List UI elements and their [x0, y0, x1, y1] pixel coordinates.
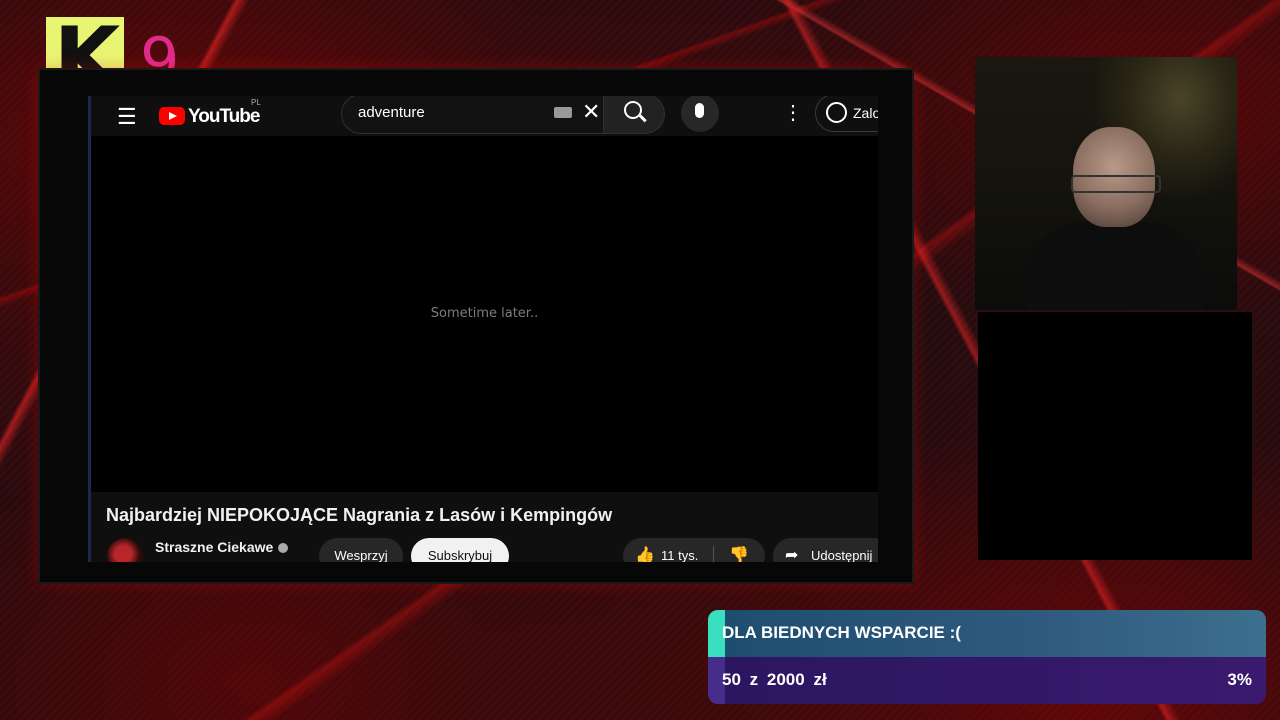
thumb-up-icon[interactable]: 👍 — [635, 538, 655, 562]
subscribe-button[interactable]: Subskrybuj — [411, 538, 509, 562]
region-badge: PL — [251, 98, 261, 107]
keyboard-icon[interactable] — [554, 107, 572, 118]
channel-avatar[interactable] — [107, 538, 143, 562]
hamburger-icon[interactable]: ☰ — [117, 104, 137, 130]
search-button[interactable] — [603, 96, 665, 134]
video-title: Najbardziej NIEPOKOJĄCE Nagrania z Lasów… — [106, 505, 613, 525]
video-info: Najbardziej NIEPOKOJĄCE Nagrania z Lasów… — [91, 492, 878, 562]
donation-goal-widget: DLA BIEDNYCH WSPARCIE :( 50 z 2000 zł 3% — [708, 610, 1266, 704]
youtube-header: ☰ YouTube PL ✕ ⋮ Zalo — [91, 96, 878, 136]
donation-title: DLA BIEDNYCH WSPARCIE :( — [722, 623, 961, 642]
thumb-down-icon[interactable]: 👎 — [729, 538, 749, 562]
webcam-empty-panel — [978, 312, 1252, 560]
search-icon — [624, 101, 642, 119]
donation-progress-row: 50 z 2000 zł 3% — [708, 657, 1266, 704]
like-divider — [713, 546, 714, 562]
donation-separator: z — [749, 670, 759, 689]
youtube-logo[interactable]: YouTube — [159, 102, 260, 130]
share-label: Udostępnij — [811, 548, 873, 562]
clear-search-icon[interactable]: ✕ — [582, 99, 600, 125]
like-dislike-group[interactable]: 👍 11 tys. 👎 — [623, 538, 765, 562]
search-input[interactable] — [356, 103, 550, 122]
donation-goal: 2000 — [766, 670, 805, 689]
donation-amount: 50 z 2000 zł — [722, 670, 827, 690]
channel-name: Straszne Ciekawe — [155, 539, 274, 555]
webcam-person-body — [1025, 222, 1205, 310]
share-icon: ➦ — [785, 547, 799, 562]
user-circle-icon — [826, 102, 847, 123]
join-button[interactable]: Wesprzyj — [319, 538, 403, 562]
channel-name-row[interactable]: Straszne Ciekawe — [155, 539, 289, 555]
donation-percent: 3% — [1227, 670, 1252, 689]
signin-button[interactable]: Zalo — [815, 96, 878, 132]
webcam-glasses — [1071, 175, 1161, 193]
like-count: 11 tys. — [661, 548, 699, 562]
mic-icon — [695, 103, 704, 118]
verified-icon — [278, 543, 289, 554]
donation-currency: zł — [813, 670, 827, 689]
youtube-play-icon — [159, 107, 185, 125]
video-overlay-text: Sometime later.. — [430, 306, 539, 321]
donation-current: 50 — [722, 670, 741, 689]
webcam-feed — [975, 57, 1237, 310]
more-vert-icon[interactable]: ⋮ — [783, 100, 803, 125]
screen-share: ☰ YouTube PL ✕ ⋮ Zalo Sometime later.. N… — [88, 96, 878, 562]
share-button[interactable]: ➦ Udostępnij — [773, 538, 878, 562]
donation-header: DLA BIEDNYCH WSPARCIE :( — [708, 610, 1266, 657]
search-box: ✕ — [341, 96, 605, 134]
voice-search-button[interactable] — [681, 96, 719, 132]
signin-label: Zalo — [853, 105, 878, 121]
youtube-logo-text: YouTube — [188, 105, 260, 127]
